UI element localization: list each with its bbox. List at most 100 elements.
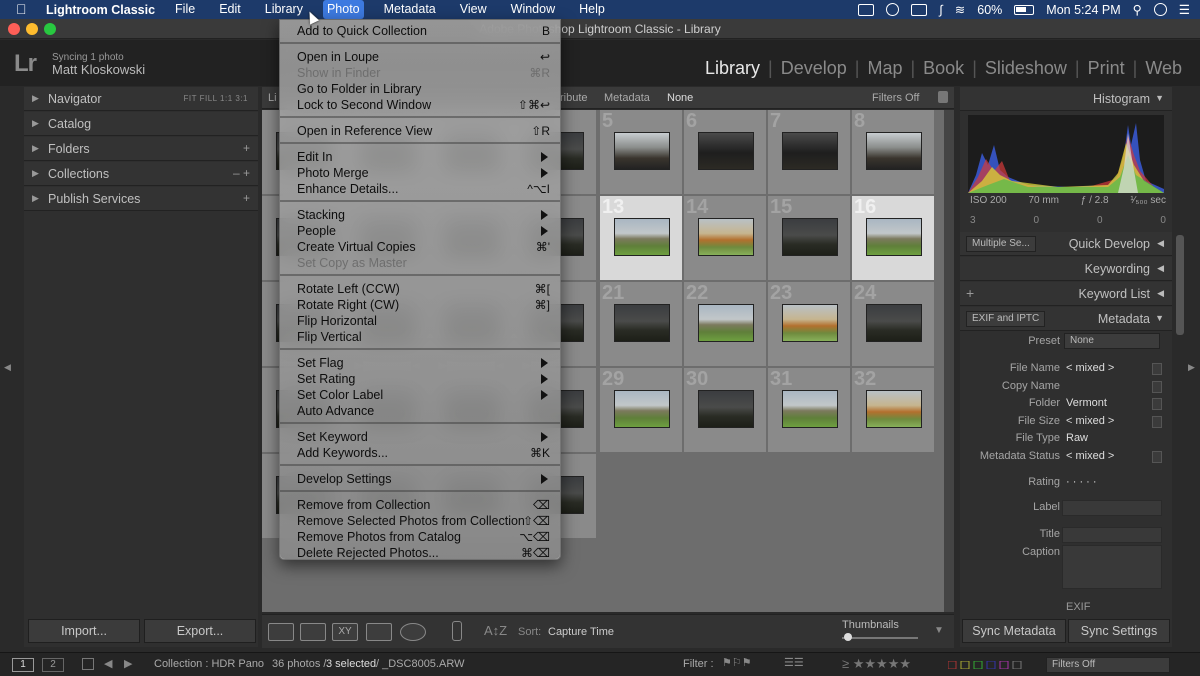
menu-view[interactable]: View [456, 0, 491, 19]
collections-add-remove-icons[interactable]: – + [233, 166, 250, 180]
airplay-icon[interactable] [911, 3, 928, 16]
photo-menu-item[interactable]: Auto Advance [280, 403, 560, 419]
rating-stars[interactable]: · · · · · [1066, 476, 1097, 488]
filmstrip-source[interactable]: Collection : HDR Pano [154, 658, 264, 670]
photo-thumbnail[interactable] [866, 132, 922, 170]
left-panel-toggle-icon[interactable]: ◀ [4, 362, 11, 373]
photo-thumbnail[interactable] [782, 218, 838, 256]
module-library[interactable]: Library [697, 58, 768, 79]
photo-thumbnail[interactable] [782, 390, 838, 428]
grid-cell[interactable]: 24 [852, 282, 935, 367]
wifi-icon[interactable]: ≋ [955, 2, 965, 17]
label-field[interactable] [1062, 500, 1162, 516]
flag-filter-icons[interactable]: ⚑⚐⚑ [722, 656, 752, 669]
screen-record-icon[interactable] [858, 3, 875, 16]
right-panel-scrollbar[interactable] [1176, 235, 1184, 335]
sync-settings-button[interactable]: Sync Settings [1068, 619, 1170, 643]
rating-filter-stars[interactable]: ≥ ★★★★★ [842, 656, 911, 672]
compare-view-icon[interactable]: XY [332, 623, 358, 641]
photo-menu-item[interactable]: Set Flag [280, 355, 560, 371]
siri-icon[interactable] [1153, 3, 1167, 16]
photo-thumbnail[interactable] [614, 218, 670, 256]
menu-file[interactable]: File [171, 0, 199, 19]
edit-filter-icons[interactable]: ☰☰ [784, 656, 804, 669]
grid-cell[interactable]: 8 [852, 110, 935, 195]
title-field[interactable] [1062, 527, 1162, 543]
publish-services-panel-header[interactable]: ▶ Publish Services + [24, 187, 258, 211]
sync-metadata-button[interactable]: Sync Metadata [962, 619, 1066, 643]
module-print[interactable]: Print [1080, 58, 1133, 79]
photo-menu-item[interactable]: Edit In [280, 149, 560, 165]
metadata-value[interactable]: < mixed > [1066, 362, 1114, 374]
filters-off-select[interactable]: Filters Off [872, 92, 919, 104]
battery-icon[interactable] [1014, 4, 1035, 15]
photo-thumbnail[interactable] [698, 304, 754, 342]
back-arrow-icon[interactable]: ◀ [104, 657, 112, 670]
lock-icon[interactable] [938, 91, 948, 103]
histogram-panel-header[interactable]: Histogram ▼ [960, 87, 1172, 111]
right-panel-toggle-icon[interactable]: ▶ [1188, 362, 1195, 373]
filmstrip-filters-off-select[interactable]: Filters Off [1046, 657, 1170, 673]
grid-cell[interactable]: 14 [684, 196, 767, 281]
photo-thumbnail[interactable] [614, 132, 670, 170]
menu-photo[interactable]: Photo [322, 0, 364, 19]
caption-field[interactable] [1062, 545, 1162, 589]
photo-thumbnail[interactable] [614, 390, 670, 428]
filter-attribute[interactable]: ribute [560, 92, 588, 104]
photo-thumbnail[interactable] [698, 218, 754, 256]
photo-menu-item[interactable]: People [280, 223, 560, 239]
photo-menu-item[interactable]: Flip Vertical [280, 329, 560, 345]
app-menu[interactable]: Lightroom Classic [46, 3, 155, 17]
bluetooth-icon[interactable]: ∫ [939, 3, 942, 17]
current-filename[interactable]: / _DSC8005.ARW [376, 658, 464, 670]
grid-cell[interactable]: 32 [852, 368, 935, 453]
menu-metadata[interactable]: Metadata [380, 0, 440, 19]
toolbar-menu-chevron-icon[interactable]: ▼ [934, 625, 944, 636]
menu-library[interactable]: Library [261, 0, 307, 19]
metadata-value[interactable]: < mixed > [1066, 415, 1114, 427]
metadata-value[interactable]: < mixed > [1066, 450, 1114, 462]
photo-menu-item[interactable]: Rotate Left (CCW) ⌘[ [280, 281, 560, 297]
survey-view-icon[interactable] [366, 623, 392, 641]
metadata-preset-select[interactable]: None [1064, 333, 1160, 349]
photo-menu-item[interactable]: Enhance Details... ^⌥I [280, 181, 560, 197]
photo-menu-item[interactable]: Add to Quick Collection B [280, 23, 560, 39]
color-label-filter[interactable] [947, 660, 1038, 670]
menu-edit[interactable]: Edit [215, 0, 245, 19]
add-folder-icon[interactable]: + [243, 141, 250, 155]
module-develop[interactable]: Develop [773, 58, 855, 79]
metadata-action-button[interactable] [1152, 415, 1162, 428]
photo-menu-item[interactable]: Rotate Right (CW) ⌘] [280, 297, 560, 313]
photo-menu-item[interactable]: Add Keywords... ⌘K [280, 445, 560, 461]
filter-metadata[interactable]: Metadata [604, 92, 650, 104]
thumbnail-size-slider[interactable] [842, 637, 918, 639]
photo-menu-item[interactable]: Go to Folder in Library [280, 81, 560, 97]
photo-thumbnail[interactable] [614, 304, 670, 342]
module-book[interactable]: Book [915, 58, 972, 79]
photo-menu-item[interactable]: Flip Horizontal [280, 313, 560, 329]
photo-menu-item[interactable]: Set Keyword [280, 429, 560, 445]
sort-select[interactable]: Capture Time [548, 626, 614, 638]
grid-cell[interactable]: 23 [768, 282, 851, 367]
grid-cell[interactable]: 16 [852, 196, 935, 281]
grid-cell[interactable]: 31 [768, 368, 851, 453]
metadata-action-button[interactable] [1152, 363, 1162, 375]
grid-cell[interactable]: 30 [684, 368, 767, 453]
creative-cloud-icon[interactable] [886, 3, 900, 16]
saved-preset-select[interactable]: Multiple Se... [966, 236, 1036, 252]
grid-cell[interactable]: 29 [600, 368, 683, 453]
photo-menu-item[interactable]: Remove Selected Photos from Collection ⇧⌫ [280, 513, 560, 529]
photo-thumbnail[interactable] [698, 132, 754, 170]
add-keyword-icon[interactable]: + [966, 285, 974, 301]
navigator-panel-header[interactable]: ▶ Navigator FIT FILL 1:1 3:1 [24, 87, 258, 111]
clock[interactable]: Mon 5:24 PM [1046, 3, 1120, 17]
secondary-window-button[interactable]: 2 [42, 658, 64, 672]
photo-menu-item[interactable]: Photo Merge [280, 165, 560, 181]
photo-menu-item[interactable]: Lock to Second Window ⇧⌘↩ [280, 97, 560, 113]
grid-cell[interactable]: 22 [684, 282, 767, 367]
metadata-action-button[interactable] [1152, 380, 1162, 393]
import-button[interactable]: Import... [28, 619, 140, 643]
sort-direction-icon[interactable]: A↕Z [484, 623, 507, 638]
grid-cell[interactable]: 13 [600, 196, 683, 281]
histogram-graph[interactable] [968, 115, 1164, 193]
